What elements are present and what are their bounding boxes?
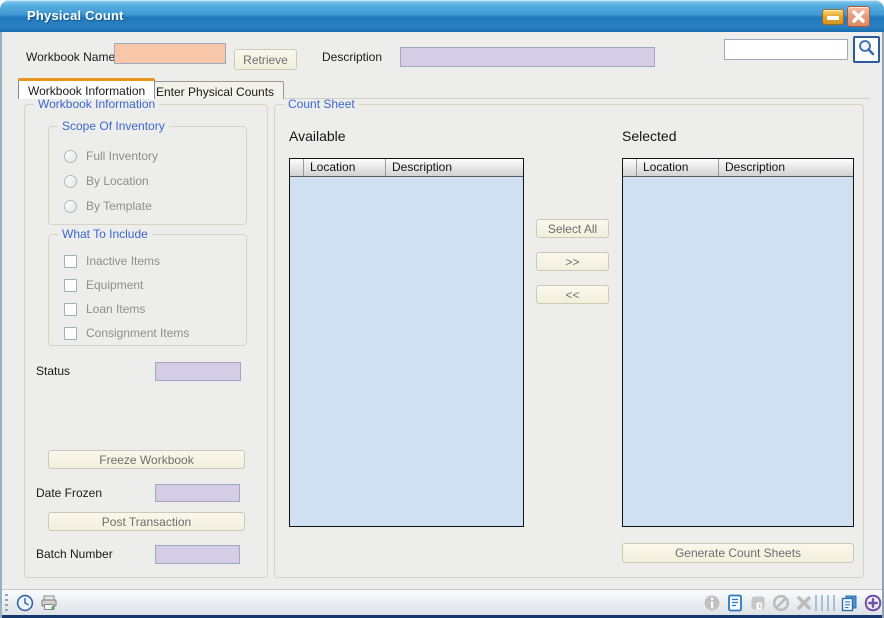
document-icon[interactable]	[726, 594, 744, 612]
window-title: Physical Count	[27, 8, 124, 23]
workbook-name-input[interactable]	[114, 43, 226, 64]
checkbox-equipment[interactable]: Equipment	[64, 278, 143, 292]
retrieve-button[interactable]: Retrieve	[234, 49, 297, 70]
scope-of-inventory-group-title: Scope Of Inventory	[58, 119, 169, 133]
radio-label: By Template	[86, 199, 152, 213]
radio-icon	[64, 200, 77, 213]
checkbox-loan-items[interactable]: Loan Items	[64, 302, 145, 316]
available-list-header: Location Description	[290, 159, 523, 177]
info-icon[interactable]	[703, 594, 721, 612]
available-list[interactable]: Location Description	[289, 158, 524, 527]
tab-enter-physical-counts[interactable]: Enter Physical Counts	[146, 81, 284, 99]
move-right-button[interactable]: >>	[536, 252, 609, 271]
search-button[interactable]	[853, 36, 880, 63]
what-to-include-group-title: What To Include	[58, 227, 152, 241]
row-selector-column-header[interactable]	[290, 159, 304, 176]
physical-count-window: Physical Count Workbook Name Retrieve De…	[0, 0, 884, 618]
clock-icon[interactable]	[16, 594, 34, 612]
search-input[interactable]	[724, 39, 848, 60]
selected-list-title: Selected	[622, 128, 676, 144]
minimize-icon	[827, 16, 839, 20]
select-all-button[interactable]: Select All	[536, 219, 609, 238]
workbook-name-label: Workbook Name	[26, 50, 115, 64]
freeze-workbook-button[interactable]: Freeze Workbook	[48, 450, 245, 469]
row-selector-column-header[interactable]	[623, 159, 637, 176]
location-column-header[interactable]: Location	[637, 159, 719, 176]
status-label: Status	[36, 364, 70, 378]
workbook-information-group-title: Workbook Information	[34, 97, 159, 111]
post-transaction-button[interactable]: Post Transaction	[48, 512, 245, 531]
status-field	[155, 362, 241, 381]
move-left-button[interactable]: <<	[536, 285, 609, 304]
checkbox-icon	[64, 279, 77, 292]
radio-full-inventory[interactable]: Full Inventory	[64, 149, 158, 163]
radio-by-location[interactable]: By Location	[64, 174, 149, 188]
checkbox-consignment-items[interactable]: Consignment Items	[64, 326, 189, 340]
search-icon	[856, 38, 877, 59]
count-sheet-group-title: Count Sheet	[284, 97, 359, 111]
checkbox-icon	[64, 255, 77, 268]
checkbox-icon	[64, 303, 77, 316]
copy-icon[interactable]	[840, 594, 858, 612]
description-column-header[interactable]: Description	[386, 159, 523, 176]
tab-workbook-information[interactable]: Workbook Information	[18, 78, 155, 99]
close-button[interactable]	[847, 6, 870, 27]
checkbox-label: Consignment Items	[86, 326, 189, 340]
location-column-header[interactable]: Location	[304, 159, 386, 176]
checkbox-label: Loan Items	[86, 302, 145, 316]
minimize-button[interactable]	[822, 9, 844, 25]
print-icon[interactable]	[40, 594, 58, 612]
statusbar	[2, 589, 882, 615]
radio-label: By Location	[86, 174, 149, 188]
radio-icon	[64, 150, 77, 163]
delete-icon[interactable]	[795, 594, 813, 612]
checkbox-label: Inactive Items	[86, 254, 160, 268]
description-column-header[interactable]: Description	[719, 159, 853, 176]
radio-label: Full Inventory	[86, 149, 158, 163]
save-icon[interactable]	[749, 594, 767, 612]
checkbox-label: Equipment	[86, 278, 143, 292]
description-label: Description	[322, 50, 382, 64]
toolbar-grip[interactable]	[5, 594, 8, 612]
date-frozen-label: Date Frozen	[36, 486, 102, 500]
generate-count-sheets-button[interactable]: Generate Count Sheets	[622, 543, 854, 563]
description-input[interactable]	[400, 47, 655, 67]
titlebar: Physical Count	[0, 0, 884, 32]
close-icon	[851, 9, 866, 24]
checkbox-inactive-items[interactable]: Inactive Items	[64, 254, 160, 268]
selected-list-header: Location Description	[623, 159, 853, 177]
add-icon[interactable]	[864, 594, 882, 612]
date-frozen-field	[155, 484, 240, 502]
batch-number-field	[155, 545, 240, 564]
batch-number-label: Batch Number	[36, 547, 113, 561]
radio-icon	[64, 175, 77, 188]
toolbar-separator	[815, 595, 835, 611]
checkbox-icon	[64, 327, 77, 340]
radio-by-template[interactable]: By Template	[64, 199, 152, 213]
available-list-title: Available	[289, 128, 346, 144]
selected-list[interactable]: Location Description	[622, 158, 854, 527]
cancel-icon[interactable]	[772, 594, 790, 612]
